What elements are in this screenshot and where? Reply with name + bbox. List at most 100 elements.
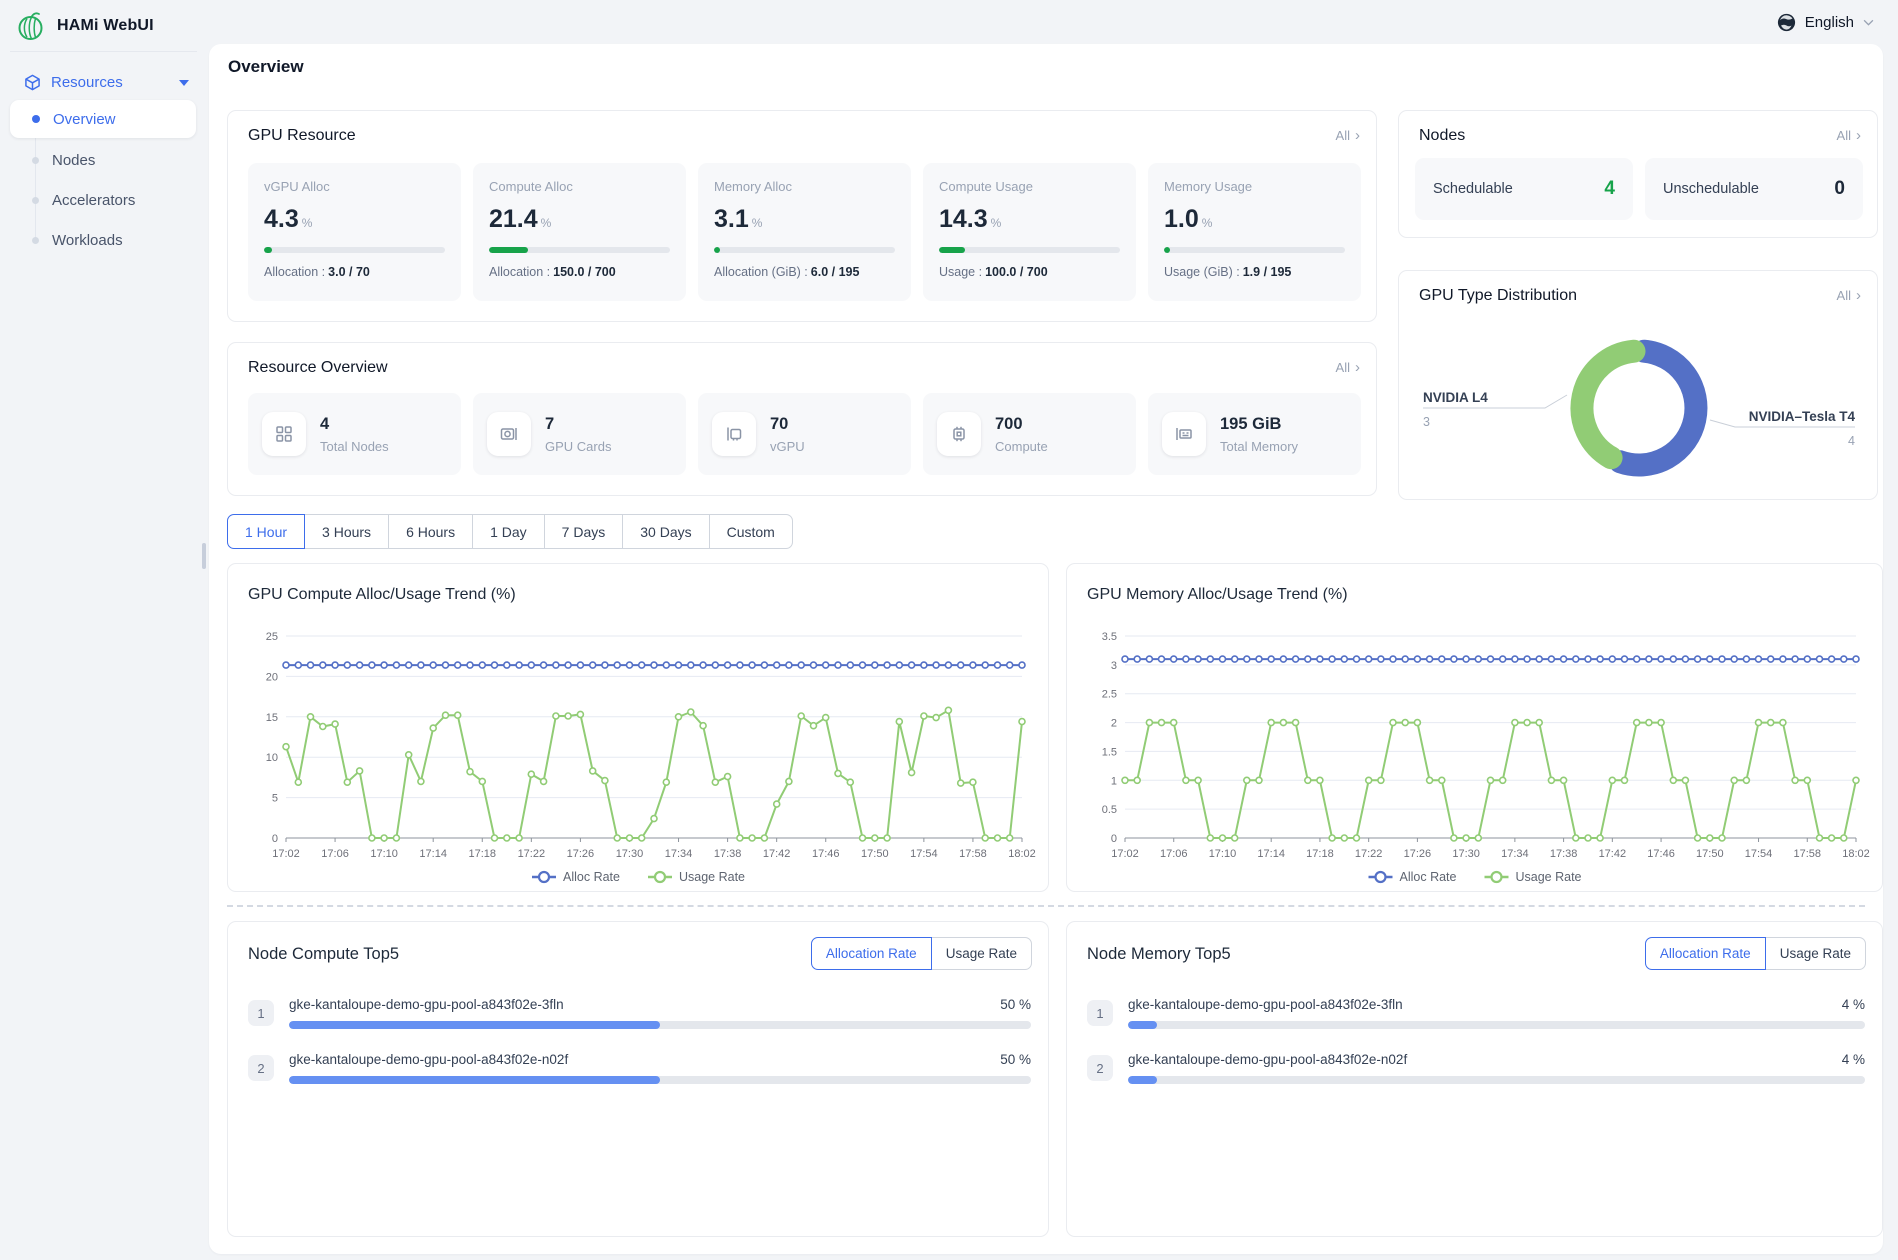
tab-1-day[interactable]: 1 Day [472, 514, 545, 549]
cube-icon [24, 74, 41, 91]
svg-text:17:30: 17:30 [1452, 848, 1480, 860]
svg-text:17:34: 17:34 [665, 848, 693, 860]
svg-text:17:18: 17:18 [1306, 848, 1334, 860]
stat-unit: % [302, 216, 313, 230]
card-title: Resource Overview [248, 359, 388, 377]
rank-badge: 1 [248, 1000, 274, 1026]
nodes-all-link[interactable]: All › [1837, 128, 1861, 143]
gpu-resource-all-link[interactable]: All › [1336, 128, 1360, 143]
svg-text:17:46: 17:46 [1647, 848, 1675, 860]
rank-badge: 2 [1087, 1055, 1113, 1081]
donut-slice-nvidia-l4[interactable] [1582, 351, 1634, 458]
tile-value: 7 [545, 415, 611, 434]
usage-rate-toggle[interactable]: Usage Rate [931, 937, 1032, 970]
tab-1-hour[interactable]: 1 Hour [227, 514, 305, 549]
stat-unit: % [541, 216, 552, 230]
svg-text:17:02: 17:02 [272, 848, 300, 860]
tab-7-days[interactable]: 7 Days [544, 514, 624, 549]
sidebar-item-accelerators[interactable]: Accelerators [10, 181, 196, 219]
tile-value: 700 [995, 415, 1048, 434]
svg-text:1.5: 1.5 [1102, 746, 1117, 758]
tile-value: 195 GiB [1220, 415, 1298, 434]
svg-text:0: 0 [272, 833, 278, 845]
sidebar-item-nodes[interactable]: Nodes [10, 141, 196, 179]
svg-text:Usage Rate: Usage Rate [679, 870, 745, 884]
stat-detail: Usage :100.0 / 700 [939, 265, 1120, 279]
time-range-tabs: 1 Hour 3 Hours 6 Hours 1 Day 7 Days 30 D… [227, 514, 793, 549]
allocation-rate-toggle[interactable]: Allocation Rate [811, 937, 932, 970]
compute-icon [937, 412, 981, 456]
progress-track [264, 247, 445, 253]
node-name: gke-kantaloupe-demo-gpu-pool-a843f02e-3f… [289, 997, 564, 1012]
language-selector[interactable]: English [1777, 0, 1874, 44]
svg-text:0: 0 [1111, 833, 1117, 845]
legend-item-alloc-rate[interactable]: Alloc Rate [1369, 870, 1457, 884]
legend-item-alloc-rate[interactable]: Alloc Rate [532, 870, 620, 884]
globe-icon [1777, 13, 1796, 32]
tile-value: 4 [320, 415, 389, 434]
tile-value: 70 [770, 415, 805, 434]
sidebar-item-label: Accelerators [52, 192, 135, 209]
stat-tile-compute-alloc: Compute Alloc 21.4% Allocation :150.0 / … [473, 163, 686, 301]
gpu-memory-trend-chart[interactable]: 00.511.522.533.517:0217:0617:1017:1417:1… [1079, 616, 1872, 886]
schedulable-label: Schedulable [1433, 181, 1513, 197]
progress-track [1128, 1021, 1865, 1029]
stat-tile-vgpu-alloc: vGPU Alloc 4.3% Allocation :3.0 / 70 [248, 163, 461, 301]
progress-track [489, 247, 670, 253]
tab-custom[interactable]: Custom [709, 514, 793, 549]
node-value: 50 % [1000, 1052, 1031, 1067]
svg-text:17:30: 17:30 [616, 848, 644, 860]
donut-slice-nvidia–tesla-t4[interactable] [1620, 351, 1696, 465]
stat-label: Memory Alloc [714, 179, 895, 194]
svg-text:25: 25 [266, 631, 278, 643]
sidebar-item-label: Workloads [52, 232, 123, 249]
svg-text:17:38: 17:38 [1550, 848, 1578, 860]
sidebar-item-workloads[interactable]: Workloads [10, 221, 196, 259]
unschedulable-value: 0 [1834, 178, 1845, 200]
allocation-rate-toggle[interactable]: Allocation Rate [1645, 937, 1766, 970]
tab-30-days[interactable]: 30 Days [622, 514, 709, 549]
stat-label: Compute Usage [939, 179, 1120, 194]
svg-text:10: 10 [266, 752, 278, 764]
card-title: Node Compute Top5 [248, 945, 399, 964]
legend-item-usage-rate[interactable]: Usage Rate [648, 870, 745, 884]
total-nodes-icon [262, 412, 306, 456]
rank-badge: 1 [1087, 1000, 1113, 1026]
hami-logo-icon [16, 10, 47, 42]
chevron-right-icon: › [1856, 129, 1861, 142]
page-title: Overview [228, 57, 304, 77]
gpu-cards-icon [487, 412, 531, 456]
top5-row: 1 gke-kantaloupe-demo-gpu-pool-a843f02e-… [1087, 997, 1865, 1045]
svg-text:Alloc Rate: Alloc Rate [1400, 870, 1457, 884]
gpu-type-all-link[interactable]: All › [1837, 288, 1861, 303]
tile-label: Total Memory [1220, 439, 1298, 454]
node-value: 4 % [1842, 1052, 1865, 1067]
gpu-memory-trend-card: GPU Memory Alloc/Usage Trend (%) 00.511.… [1066, 563, 1883, 892]
stat-detail: Usage (GiB) :1.9 / 195 [1164, 265, 1345, 279]
gpu-compute-trend-chart[interactable]: 051015202517:0217:0617:1017:1417:1817:22… [240, 616, 1038, 886]
sidebar-section-resources[interactable]: Resources [0, 52, 207, 91]
stat-unit: % [991, 216, 1002, 230]
progress-track [939, 247, 1120, 253]
gpu-type-donut-chart[interactable]: NVIDIA L4 3 NVIDIA–Tesla T4 4 [1399, 315, 1877, 495]
usage-rate-toggle[interactable]: Usage Rate [1765, 937, 1866, 970]
donut-value-nvidia-l4: 3 [1423, 415, 1430, 429]
gpu-compute-trend-card: GPU Compute Alloc/Usage Trend (%) 051015… [227, 563, 1049, 892]
svg-text:17:14: 17:14 [419, 848, 447, 860]
total-nodes-tile: 4 Total Nodes [248, 393, 461, 475]
svg-text:17:58: 17:58 [959, 848, 987, 860]
stat-tile-memory-usage: Memory Usage 1.0% Usage (GiB) :1.9 / 195 [1148, 163, 1361, 301]
svg-text:3.5: 3.5 [1102, 631, 1117, 643]
all-link-label: All [1837, 128, 1851, 143]
progress-fill [1164, 247, 1170, 253]
resource-overview-all-link[interactable]: All › [1336, 360, 1360, 375]
tab-6-hours[interactable]: 6 Hours [388, 514, 473, 549]
all-link-label: All [1336, 128, 1350, 143]
top5-row: 2 gke-kantaloupe-demo-gpu-pool-a843f02e-… [248, 1052, 1031, 1100]
tab-3-hours[interactable]: 3 Hours [304, 514, 389, 549]
sidebar-item-overview[interactable]: Overview [10, 100, 196, 138]
stat-tile-memory-alloc: Memory Alloc 3.1% Allocation (GiB) :6.0 … [698, 163, 911, 301]
total-memory-tile: 195 GiB Total Memory [1148, 393, 1361, 475]
legend-item-usage-rate[interactable]: Usage Rate [1485, 870, 1582, 884]
sidebar-resize-handle[interactable] [202, 543, 206, 569]
